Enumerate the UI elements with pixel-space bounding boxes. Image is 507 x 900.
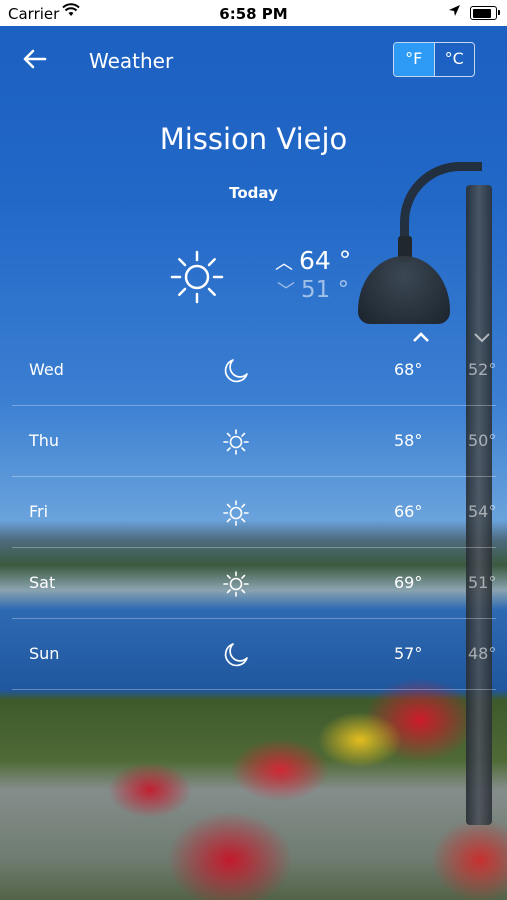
status-bar: Carrier 6:58 PM xyxy=(0,0,507,26)
today-high: ︿ 64 ° xyxy=(275,246,351,275)
forecast-high: 58° xyxy=(394,431,423,450)
forecast-low: 51° xyxy=(468,573,497,592)
celsius-button[interactable]: °C xyxy=(433,43,475,76)
forecast-row-fri: Fri 66° 54° xyxy=(12,477,496,548)
forecast-low: 54° xyxy=(468,502,497,521)
forecast-day: Sun xyxy=(29,644,60,663)
sun-icon xyxy=(222,570,250,598)
forecast-row-wed: Wed 68° 52° xyxy=(12,335,496,406)
sun-icon xyxy=(222,428,250,456)
chevron-down-icon: ﹀ xyxy=(277,281,295,302)
status-time: 6:58 PM xyxy=(219,5,288,23)
moon-icon xyxy=(222,641,250,669)
forecast-row-thu: Thu 58° 50° xyxy=(12,406,496,477)
forecast-day: Fri xyxy=(29,502,49,521)
today-low: ﹀ 51 ° xyxy=(277,277,349,303)
back-arrow-icon[interactable] xyxy=(22,44,50,76)
forecast-day: Thu xyxy=(29,431,60,450)
forecast-high: 68° xyxy=(394,360,423,379)
forecast-high: 57° xyxy=(394,644,423,663)
today-label: Today xyxy=(229,184,278,202)
forecast-low: 52° xyxy=(468,360,497,379)
city-name: Mission Viejo xyxy=(159,122,348,156)
sun-icon xyxy=(222,499,250,527)
forecast-day: Sat xyxy=(29,573,56,592)
fahrenheit-button[interactable]: °F xyxy=(394,43,434,76)
forecast-low: 48° xyxy=(468,644,497,663)
chevron-up-icon: ︿ xyxy=(275,253,293,274)
today-low-value: 51 ° xyxy=(301,277,350,303)
unit-toggle[interactable]: °F °C xyxy=(393,42,475,77)
forecast-low: 50° xyxy=(468,431,497,450)
location-arrow-icon xyxy=(448,4,461,21)
sun-icon xyxy=(170,250,224,304)
forecast-high: 66° xyxy=(394,502,423,521)
today-high-value: 64 ° xyxy=(299,246,352,275)
forecast-row-sun: Sun 57° 48° xyxy=(12,619,496,690)
forecast-high: 69° xyxy=(394,573,423,592)
moon-icon xyxy=(222,357,250,385)
page-title: Weather xyxy=(89,49,174,73)
forecast-day: Wed xyxy=(29,360,64,379)
battery-icon xyxy=(470,6,500,20)
forecast-row-sat: Sat 69° 51° xyxy=(12,548,496,619)
